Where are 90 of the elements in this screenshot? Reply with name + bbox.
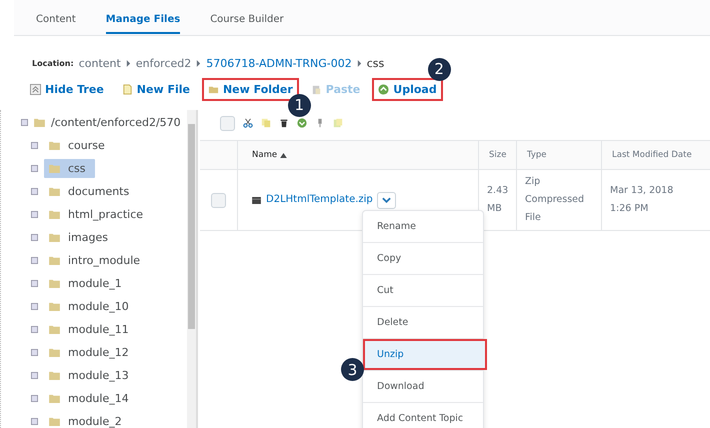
upload-icon — [378, 84, 390, 94]
column-header[interactable]: Last Modified Date — [602, 141, 710, 169]
menu-item[interactable]: Rename — [363, 211, 483, 242]
folder-icon — [49, 187, 60, 196]
column-header[interactable]: Name — [238, 141, 479, 169]
expand-icon[interactable] — [31, 349, 38, 356]
expand-icon[interactable] — [21, 119, 28, 126]
tree-item[interactable]: module_12 — [44, 343, 135, 362]
tree-item[interactable]: module_11 — [44, 320, 135, 339]
copy-icon[interactable] — [261, 118, 271, 128]
scissors-icon[interactable] — [243, 118, 253, 128]
folder-icon — [49, 325, 60, 334]
location-label: Location: — [32, 58, 74, 68]
tree-item[interactable]: module_10 — [44, 297, 135, 316]
download-icon[interactable] — [297, 118, 307, 128]
chevron-icon — [356, 60, 362, 66]
menu-toggle-button[interactable] — [376, 192, 396, 208]
tree-item[interactable]: /content/enforced2/570 — [51, 116, 187, 129]
folder-icon — [49, 141, 60, 150]
menu-item[interactable]: Add Content Topic — [363, 403, 483, 428]
tab[interactable]: Course Builder — [210, 6, 284, 34]
expand-icon[interactable] — [31, 280, 38, 287]
trash-icon[interactable] — [279, 118, 289, 128]
new-folder-button[interactable]: New Folder — [202, 78, 299, 100]
collapse-icon — [30, 84, 41, 94]
tree-item[interactable]: module_1 — [44, 274, 128, 293]
folder-icon — [49, 279, 60, 288]
row-checkbox[interactable] — [211, 192, 226, 208]
tree-item[interactable]: module_13 — [44, 366, 135, 385]
menu-item[interactable]: Download — [363, 371, 483, 402]
folder-icon — [49, 210, 60, 219]
folder-icon — [49, 371, 60, 380]
folder-icon — [49, 256, 60, 265]
folder-icon — [49, 348, 60, 357]
tree-item[interactable]: images — [44, 228, 114, 247]
menu-item[interactable]: Delete — [363, 307, 483, 338]
tree-item[interactable]: intro_module — [44, 251, 146, 270]
chevron-icon — [196, 60, 202, 66]
upload-button[interactable]: Upload — [372, 78, 443, 100]
tree-item[interactable]: module_14 — [44, 389, 135, 408]
expand-icon[interactable] — [31, 165, 38, 172]
chevron-icon — [382, 197, 391, 203]
expand-icon[interactable] — [31, 234, 38, 241]
menu-item[interactable]: Copy — [363, 243, 483, 274]
step-number: 3 — [341, 358, 364, 381]
folder-icon — [49, 302, 60, 311]
menu-item[interactable]: Cut — [363, 275, 483, 306]
breadcrumb-link[interactable]: 5706718-ADMN-TRNG-002 — [206, 56, 352, 70]
select-all-checkbox[interactable] — [220, 116, 235, 130]
expand-icon[interactable] — [31, 418, 38, 425]
tree-item[interactable]: html_practice — [44, 205, 150, 224]
expand-icon[interactable] — [31, 211, 38, 218]
folder-icon — [34, 118, 45, 127]
menu-item[interactable]: Unzip — [363, 339, 487, 370]
tab[interactable]: Content — [36, 6, 76, 34]
step-number: 1 — [288, 94, 311, 116]
clipboard-icon — [310, 84, 322, 94]
table-cell: Zip Compressed File — [517, 170, 602, 230]
breadcrumb-link[interactable]: enforced2 — [136, 56, 192, 70]
column-header[interactable]: Type — [517, 141, 602, 169]
expand-icon[interactable] — [31, 142, 38, 149]
tree-item[interactable]: css — [44, 159, 95, 178]
folder-icon — [49, 164, 60, 173]
tab[interactable]: Manage Files — [106, 6, 180, 34]
folder-icon — [49, 394, 60, 403]
new-file-button[interactable]: New File — [116, 78, 196, 100]
archive-icon — [252, 196, 261, 204]
expand-icon[interactable] — [31, 395, 38, 402]
folder-icon — [49, 233, 60, 242]
table-cell-text: Mar 13, 2018 1:26 PM — [609, 184, 674, 216]
document-icon[interactable] — [333, 118, 343, 128]
expand-icon[interactable] — [31, 188, 38, 195]
tree-item[interactable]: module_2 — [44, 412, 128, 428]
file-icon — [122, 84, 133, 94]
expand-icon[interactable] — [31, 372, 38, 379]
current-folder: css — [366, 56, 384, 70]
column-header[interactable]: Size — [479, 141, 517, 169]
tree-item[interactable]: course — [44, 136, 111, 155]
expand-icon[interactable] — [31, 303, 38, 310]
file-link[interactable]: D2LHtmlTemplate.zip — [266, 191, 373, 209]
folder-icon — [49, 417, 60, 426]
breadcrumb-link[interactable]: content — [78, 56, 121, 70]
step-number: 2 — [428, 58, 451, 80]
sort-icon — [280, 152, 288, 158]
tree-item[interactable]: documents — [44, 182, 136, 201]
expand-icon[interactable] — [31, 326, 38, 333]
expand-icon[interactable] — [31, 257, 38, 264]
chevron-icon — [126, 60, 131, 66]
hide-tree-button[interactable]: Hide Tree — [24, 78, 110, 100]
scrollbar[interactable] — [187, 110, 196, 428]
